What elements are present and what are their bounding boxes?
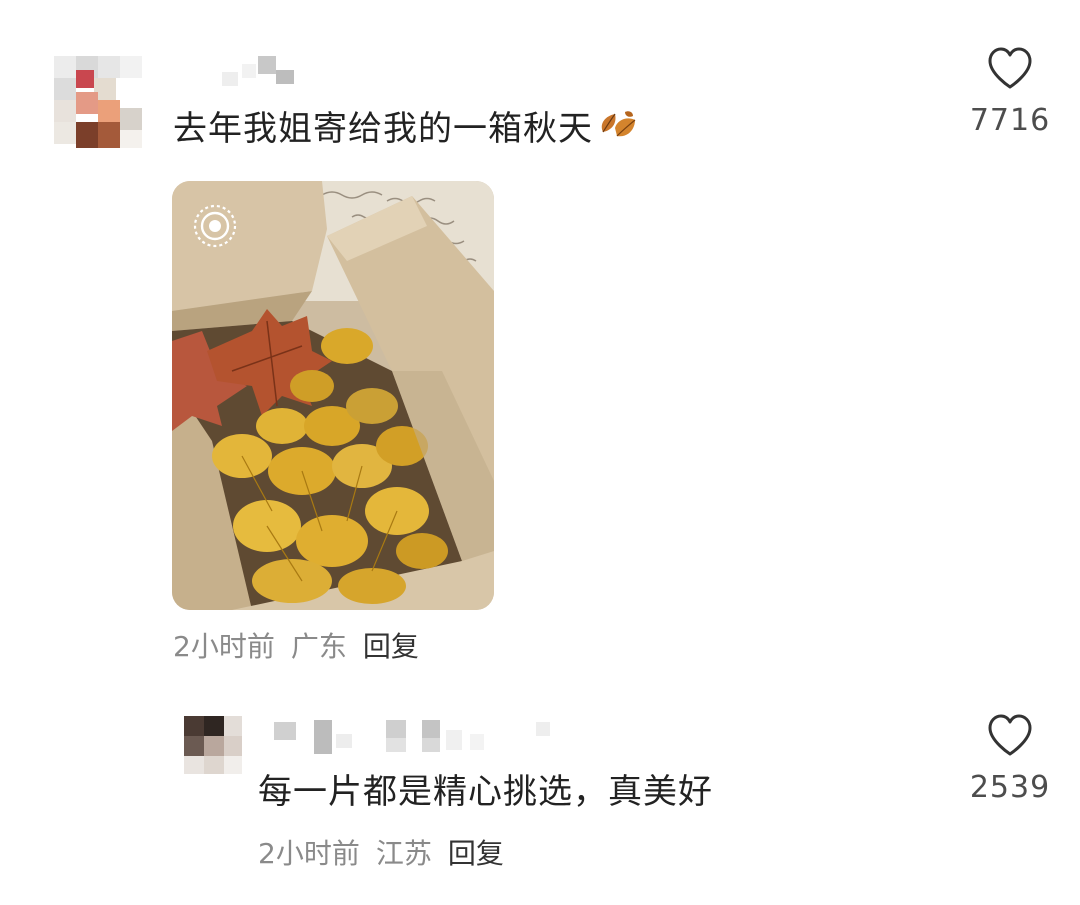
- heart-icon[interactable]: [986, 713, 1034, 757]
- comment-text: 去年我姐寄给我的一箱秋天: [173, 106, 643, 149]
- reply-button[interactable]: 回复: [448, 837, 504, 870]
- heart-icon[interactable]: [986, 46, 1034, 90]
- comment-image[interactable]: [172, 181, 494, 610]
- comment-meta: 2小时前 广东 回复: [173, 629, 419, 665]
- reply-button[interactable]: 回复: [363, 630, 419, 663]
- avatar[interactable]: [184, 716, 242, 774]
- like-control: 2539: [960, 713, 1060, 807]
- comment-text: 每一片都是精心挑选，真美好: [258, 772, 713, 812]
- avatar[interactable]: [54, 56, 148, 148]
- username[interactable]: [222, 54, 312, 94]
- comment-region: 江苏: [375, 837, 432, 870]
- comment-time: 2小时前: [173, 630, 275, 663]
- comment-time: 2小时前: [258, 837, 360, 870]
- comment-body: 每一片都是精心挑选，真美好: [258, 772, 713, 812]
- fallen-leaf-icon: [601, 111, 636, 137]
- live-photo-icon: [193, 204, 237, 248]
- like-count: 2539: [969, 770, 1051, 805]
- comment-region: 广东: [290, 630, 347, 663]
- comment-meta: 2小时前 江苏 回复: [258, 836, 504, 872]
- like-control: 7716: [960, 46, 1060, 140]
- like-count: 7716: [969, 103, 1051, 138]
- comment-body: 去年我姐寄给我的一箱秋天: [173, 109, 593, 149]
- username[interactable]: [274, 716, 564, 756]
- comment-section: 去年我姐寄给我的一箱秋天 2小时前 广东 回复 7716 每一片都是精心挑选，真…: [0, 0, 1080, 905]
